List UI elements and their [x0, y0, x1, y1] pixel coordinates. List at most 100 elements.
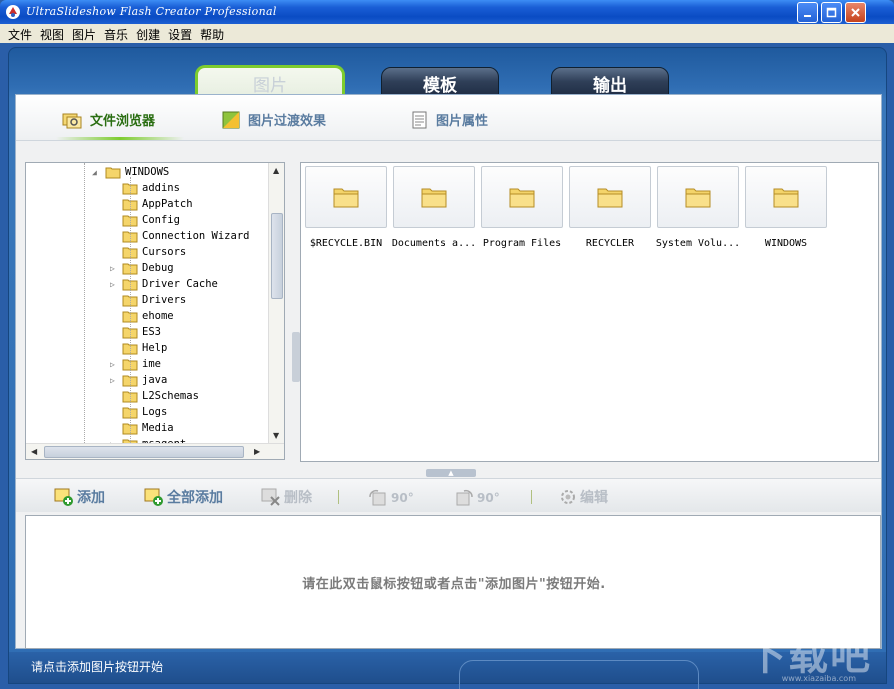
menu-view[interactable]: 视图 [36, 24, 68, 43]
folder-tile[interactable] [657, 166, 739, 228]
folder-tile[interactable] [745, 166, 827, 228]
rotate-left-label: 90° [391, 491, 414, 505]
edit-button[interactable]: 编辑 [559, 487, 608, 507]
folder-tile-label: Documents a... [391, 238, 477, 249]
minimize-icon [804, 15, 811, 17]
tree-node[interactable]: Drivers [122, 292, 186, 308]
maximize-icon [826, 7, 837, 18]
delete-icon [261, 488, 280, 506]
transition-icon [222, 111, 240, 128]
subtab-properties[interactable]: 图片属性 [412, 110, 488, 129]
expand-icon[interactable]: ▷ [110, 264, 119, 273]
add-image-icon [54, 488, 73, 506]
tree-node[interactable]: Cursors [122, 244, 186, 260]
window-title: UltraSlideshow Flash Creator Professiona… [26, 5, 277, 18]
rotate-right-icon [456, 489, 473, 506]
tree-node[interactable]: AppPatch [122, 196, 193, 212]
status-text: 请点击添加图片按钮开始 [31, 660, 164, 674]
tree-node-label: Debug [142, 262, 174, 274]
minimize-button[interactable] [797, 2, 818, 23]
expand-icon[interactable]: ▷ [110, 280, 119, 289]
tree-vertical-scrollbar[interactable]: ▲ ▼ [268, 163, 284, 443]
tree-node-label: Help [142, 342, 168, 354]
tree-node[interactable]: Help [122, 340, 167, 356]
close-button[interactable] [845, 2, 866, 23]
scroll-right-icon[interactable]: ▶ [254, 447, 260, 456]
tree-node[interactable]: ES3 [122, 324, 161, 340]
folder-icon [773, 188, 799, 208]
folder-icon [421, 188, 447, 208]
menu-music[interactable]: 音乐 [100, 24, 132, 43]
add-all-button-label: 全部添加 [167, 490, 223, 506]
tree-node-label: WINDOWS [125, 166, 170, 178]
menu-bar: 文件 视图 图片 音乐 创建 设置 帮助 [0, 24, 894, 43]
scroll-thumb[interactable] [271, 213, 283, 299]
tree-node-label: addins [142, 182, 180, 194]
tree-node[interactable]: Connection Wizard [122, 228, 249, 244]
sub-tab-bar: 文件浏览器 图片过渡效果 图片属性 [16, 95, 881, 141]
expand-icon[interactable]: ▷ [110, 376, 119, 385]
menu-file[interactable]: 文件 [4, 24, 36, 43]
watermark-url: www.xiazaiba.com [781, 674, 856, 683]
folder-icon [509, 188, 535, 208]
tree-node[interactable]: ▷ ime [110, 356, 161, 372]
file-grid: $RECYCLE.BIN Documents a... Program Files R… [300, 162, 879, 462]
folder-tile[interactable] [393, 166, 475, 228]
close-icon [851, 8, 860, 17]
menu-create[interactable]: 创建 [132, 24, 164, 43]
delete-button-label: 删除 [284, 490, 312, 506]
tree-guide-line [84, 163, 85, 443]
subtab-properties-label: 图片属性 [436, 114, 489, 129]
rotate-left-icon [369, 489, 386, 506]
subtab-file-browser-label: 文件浏览器 [90, 114, 156, 129]
menu-settings[interactable]: 设置 [164, 24, 196, 43]
active-subtab-indicator [56, 137, 184, 140]
menu-images[interactable]: 图片 [68, 24, 100, 43]
toolbar-separator [531, 490, 532, 504]
tree-horizontal-scrollbar[interactable]: ◀ ▶ [26, 443, 284, 459]
folder-tile[interactable] [569, 166, 651, 228]
subtab-transitions-label: 图片过渡效果 [248, 114, 327, 129]
rotate-right-label: 90° [477, 491, 500, 505]
tree-node[interactable]: L2Schemas [122, 388, 199, 404]
toolbar-separator [338, 490, 339, 504]
subtab-file-browser[interactable]: 文件浏览器 [62, 110, 155, 129]
collapse-icon[interactable]: ◢ [92, 168, 101, 177]
app-icon [6, 5, 20, 19]
tree-node[interactable]: ▷ java [110, 372, 168, 388]
add-button[interactable]: 添加 [54, 487, 105, 507]
menu-help[interactable]: 帮助 [196, 24, 228, 43]
scroll-thumb[interactable] [44, 446, 244, 458]
rotate-left-button[interactable]: 90° [368, 489, 414, 507]
folder-tile[interactable] [305, 166, 387, 228]
tree-node-label: Config [142, 214, 180, 226]
tree-node-label: ime [142, 358, 161, 370]
tree-node[interactable]: ▷msagent [110, 436, 186, 443]
edit-gear-icon [561, 490, 575, 504]
watermark-logo: 下载吧 [746, 633, 872, 679]
tree-node[interactable]: ▷ Driver Cache [110, 276, 218, 292]
add-all-button[interactable]: 全部添加 [144, 487, 223, 507]
delete-button[interactable]: 删除 [261, 487, 312, 507]
action-toolbar: 添加 全部添加 删除 90° 90° 编辑 [16, 478, 881, 512]
vertical-splitter[interactable] [292, 332, 300, 382]
properties-icon [412, 111, 427, 128]
subtab-transitions[interactable]: 图片过渡效果 [222, 110, 326, 129]
scroll-up-icon[interactable]: ▲ [273, 166, 279, 175]
status-decoration [459, 660, 699, 689]
scroll-left-icon[interactable]: ◀ [31, 447, 37, 456]
scroll-down-icon[interactable]: ▼ [273, 431, 279, 440]
tree-node[interactable]: Logs [122, 404, 167, 420]
folder-tile[interactable] [481, 166, 563, 228]
folder-tree[interactable]: ◢ WINDOWS addins AppPatch Config Connection… [25, 162, 285, 460]
main-frame: 图片 模板 输出 文件浏览器 图片过渡效果 图片属性 ◢ WINDOWS add… [8, 47, 887, 689]
tree-node-label: java [142, 374, 168, 386]
expand-icon[interactable]: ▷ [110, 360, 119, 369]
content-panel: 文件浏览器 图片过渡效果 图片属性 ◢ WINDOWS addins AppPa… [15, 94, 882, 649]
maximize-button[interactable] [821, 2, 842, 23]
rotate-right-button[interactable]: 90° [454, 489, 500, 507]
tree-node-label: Driver Cache [142, 278, 218, 290]
tree-node-label: Logs [142, 406, 168, 418]
horizontal-splitter[interactable]: ▲ [426, 469, 476, 477]
tree-node-label: ES3 [142, 326, 161, 338]
